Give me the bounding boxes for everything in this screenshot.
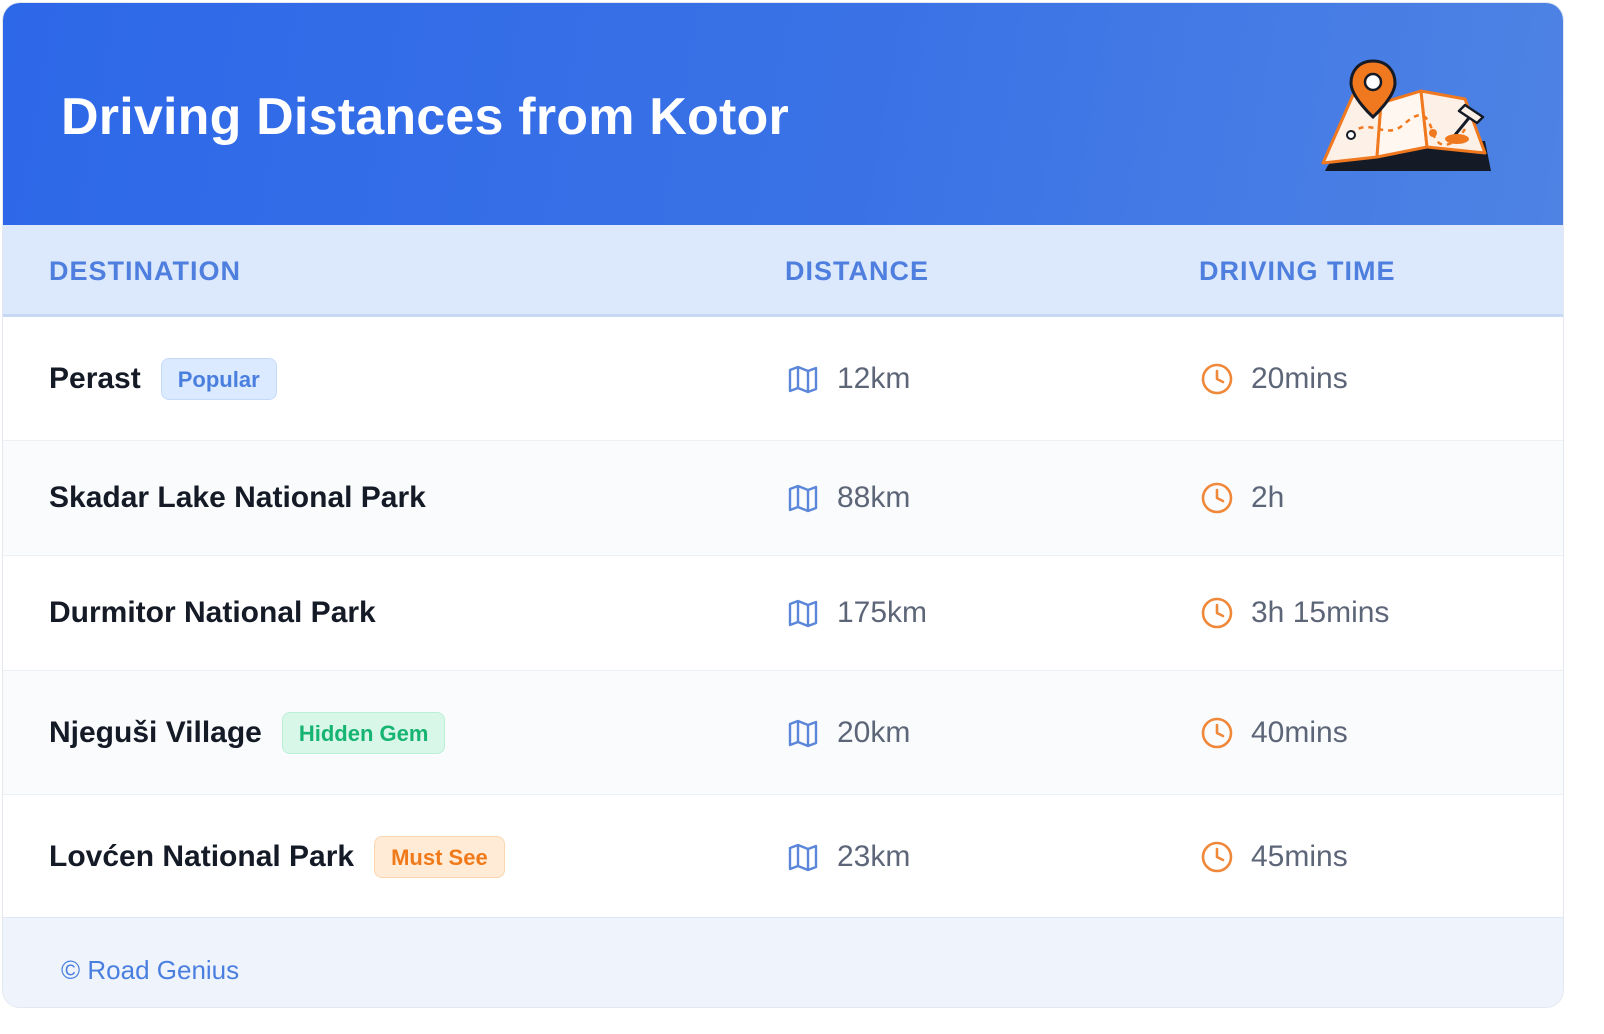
map-icon [788, 843, 818, 871]
driving-time-cell: 2h [1199, 441, 1284, 555]
column-header-driving-time: DRIVING TIME [1199, 256, 1396, 286]
destination-name: Durmitor National Park [49, 596, 376, 629]
footer-credit: © Road Genius [61, 955, 240, 985]
column-header-destination: DESTINATION [49, 256, 241, 286]
page-title: Driving Distances from Kotor [61, 88, 789, 146]
table-row: Lovćen National Park Must See 23km 45min… [3, 795, 1563, 919]
driving-time-cell: 3h 15mins [1199, 556, 1389, 670]
destination-name: Perast [49, 361, 141, 395]
destination-name: Lovćen National Park [49, 839, 355, 873]
table-row: Perast Popular 12km 20mins [3, 317, 1563, 441]
map-icon [788, 719, 818, 747]
status-badge: Popular [160, 357, 277, 400]
distance-cell: 12km [785, 317, 910, 440]
driving-time-cell: 45mins [1199, 795, 1348, 918]
clock-icon [1201, 597, 1233, 629]
distance-value: 12km [837, 361, 911, 395]
clock-icon [1201, 717, 1233, 748]
status-badge: Hidden Gem [281, 711, 446, 754]
table-row: Durmitor National Park 175km 3h 15mins [3, 556, 1563, 671]
distance-value: 23km [837, 839, 911, 873]
destination-cell: Durmitor National Park [49, 556, 376, 670]
destination-cell: Perast Popular [49, 317, 277, 440]
driving-time-value: 45mins [1251, 839, 1348, 873]
map-icon [788, 484, 818, 513]
distance-cell: 175km [785, 556, 927, 670]
driving-time-value: 20mins [1251, 361, 1348, 395]
destination-name: Skadar Lake National Park [49, 481, 426, 514]
table-header: DESTINATION DISTANCE DRIVING TIME [3, 225, 1563, 317]
table-row: Njeguši Village Hidden Gem 20km 40mins [3, 671, 1563, 795]
driving-time-cell: 40mins [1199, 671, 1348, 794]
distance-value: 20km [837, 715, 911, 749]
map-pin-illustration-icon [1321, 59, 1491, 171]
destination-cell: Lovćen National Park Must See [49, 795, 505, 918]
clock-icon [1201, 482, 1233, 514]
driving-time-cell: 20mins [1199, 317, 1348, 440]
column-header-distance: DISTANCE [785, 256, 930, 286]
distance-cell: 20km [785, 671, 910, 794]
table-body: Perast Popular 12km 20mins Skadar Lake N… [3, 317, 1563, 919]
distance-cell: 23km [785, 795, 910, 918]
distance-cell: 88km [785, 441, 910, 555]
distance-value: 88km [837, 481, 911, 514]
distance-value: 175km [837, 596, 928, 629]
driving-time-value: 3h 15mins [1251, 596, 1390, 629]
clock-icon [1201, 363, 1233, 394]
driving-time-value: 2h [1251, 481, 1285, 514]
status-badge: Must See [374, 835, 505, 878]
clock-icon [1201, 841, 1233, 872]
map-icon [788, 365, 818, 393]
table-row: Skadar Lake National Park 88km 2h [3, 441, 1563, 556]
destination-cell: Skadar Lake National Park [49, 441, 426, 555]
header-banner: Driving Distances from Kotor [3, 3, 1563, 225]
driving-time-value: 40mins [1251, 715, 1348, 749]
distance-table-card: Driving Distances from Kotor DESTINATION… [2, 2, 1564, 1008]
footer: © Road Genius [3, 917, 1563, 1007]
destination-cell: Njeguši Village Hidden Gem [49, 671, 446, 794]
map-icon [788, 599, 818, 628]
destination-name: Njeguši Village [49, 715, 262, 749]
